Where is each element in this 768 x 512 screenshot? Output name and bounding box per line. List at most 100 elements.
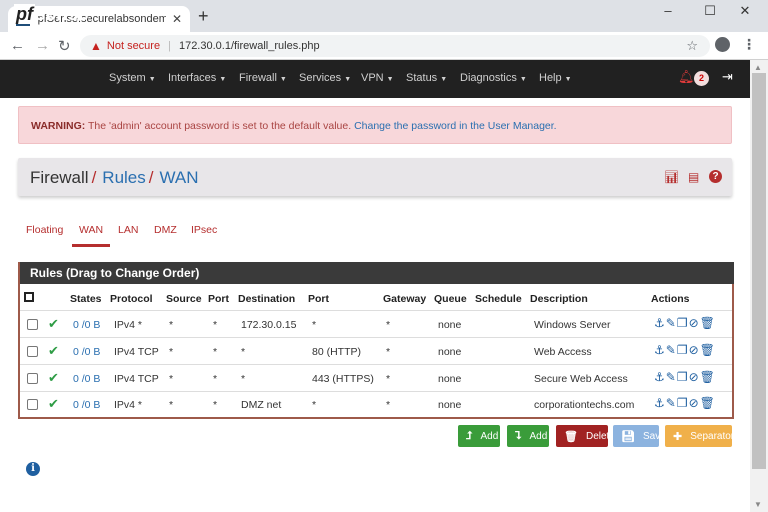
tab-floating[interactable]: Floating (26, 224, 63, 236)
copy-icon[interactable]: ❐ (677, 396, 689, 410)
delete-trash-icon[interactable]: 🗑︎ (700, 316, 716, 330)
anchor-icon[interactable]: ⚓︎ (654, 370, 666, 384)
add-bottom-button[interactable]: ⮧ Add (507, 425, 549, 447)
states-link[interactable]: 0 /0 B (73, 399, 100, 411)
copy-icon[interactable]: ❐ (677, 316, 689, 330)
edit-pencil-icon[interactable]: ✎ (666, 316, 677, 330)
states-link[interactable]: 0 /0 B (73, 373, 100, 385)
alert-text: The 'admin' account password is set to t… (85, 120, 355, 132)
row-checkbox[interactable] (27, 319, 38, 330)
tab-ipsec[interactable]: IPsec (191, 224, 217, 236)
info-icon[interactable]: i (26, 462, 40, 476)
menu-diagnostics[interactable]: Diagnostics ▼ (460, 72, 527, 84)
header-queue[interactable]: Queue (434, 293, 467, 305)
header-port[interactable]: Port (208, 293, 229, 305)
row-checkbox[interactable] (27, 399, 38, 410)
menu-status[interactable]: Status ▼ (406, 72, 447, 84)
cell-source: * (169, 399, 174, 411)
log-table-icon[interactable]: ▤ (688, 170, 699, 184)
header-states[interactable]: States (70, 293, 102, 305)
menu-services[interactable]: Services ▼ (299, 72, 351, 84)
scroll-up-icon[interactable]: ▲ (754, 63, 762, 72)
row-checkbox[interactable] (27, 346, 38, 357)
cell-port: * (213, 373, 218, 385)
breadcrumb-wan-link[interactable]: WAN (160, 168, 199, 187)
browser-menu-icon[interactable]: ⋮ (742, 36, 756, 53)
bookmark-star-icon[interactable]: ☆ (686, 38, 698, 54)
menu-help[interactable]: Help ▼ (539, 72, 572, 84)
forward-icon[interactable]: → (35, 37, 50, 54)
header-description[interactable]: Description (530, 293, 588, 305)
header-destination[interactable]: Destination (238, 293, 295, 305)
header-protocol[interactable]: Protocol (110, 293, 153, 305)
scroll-down-icon[interactable]: ▼ (754, 500, 762, 509)
check-icon[interactable]: ✔ (48, 396, 59, 412)
change-password-link[interactable]: Change the password in the User Manager. (354, 120, 557, 132)
delete-trash-icon[interactable]: 🗑︎ (700, 396, 716, 410)
breadcrumb-root: Firewall (30, 168, 89, 187)
pfsense-logo[interactable]: pf sense COMMUNITY EDITION (14, 4, 98, 33)
breadcrumb: Firewall / Rules / WAN (30, 168, 199, 188)
edit-pencil-icon[interactable]: ✎ (666, 343, 677, 357)
menu-vpn[interactable]: VPN ▼ (361, 72, 394, 84)
bar-chart-icon[interactable]: 📊︎ (664, 170, 679, 184)
tab-lan[interactable]: LAN (118, 224, 138, 236)
edit-pencil-icon[interactable]: ✎ (666, 370, 677, 384)
breadcrumb-rules-link[interactable]: Rules (102, 168, 145, 187)
menu-interfaces[interactable]: Interfaces ▼ (168, 72, 226, 84)
copy-icon[interactable]: ❐ (677, 370, 689, 384)
cell-gateway: * (386, 399, 391, 411)
breadcrumb-panel: Firewall / Rules / WAN 📊︎ ▤ ? (18, 158, 732, 196)
separator-button[interactable]: ✚ Separator (665, 425, 734, 447)
minimize-icon[interactable]: – (658, 3, 678, 18)
back-icon[interactable]: ← (10, 37, 25, 54)
logo-sense: sense (35, 4, 89, 25)
row-checkbox[interactable] (27, 373, 38, 384)
header-gateway[interactable]: Gateway (383, 293, 426, 305)
window-close-icon[interactable]: ✕ (735, 3, 755, 19)
edit-pencil-icon[interactable]: ✎ (666, 396, 677, 410)
not-secure-label[interactable]: Not secure (107, 40, 160, 52)
header-schedule[interactable]: Schedule (475, 293, 522, 305)
states-link[interactable]: 0 /0 B (73, 319, 100, 331)
select-all-checkbox[interactable] (24, 292, 34, 302)
scrollbar-thumb[interactable] (752, 73, 766, 469)
add-top-button[interactable]: ⮥ Add (458, 425, 500, 447)
delete-trash-icon[interactable]: 🗑︎ (700, 343, 716, 357)
check-icon[interactable]: ✔ (48, 343, 59, 359)
copy-icon[interactable]: ❐ (677, 343, 689, 357)
check-icon[interactable]: ✔ (48, 370, 59, 386)
disable-icon[interactable]: ⊘ (689, 343, 700, 357)
tab-dmz[interactable]: DMZ (154, 224, 177, 236)
header-source[interactable]: Source (166, 293, 202, 305)
profile-avatar-icon[interactable] (715, 37, 730, 52)
bell-icon[interactable]: 🔔︎ (678, 69, 695, 85)
header-dest-port[interactable]: Port (308, 293, 329, 305)
maximize-icon[interactable]: ☐ (700, 3, 720, 19)
save-button[interactable]: 💾︎ Save (613, 425, 666, 447)
anchor-icon[interactable]: ⚓︎ (654, 316, 666, 330)
states-link[interactable]: 0 /0 B (73, 346, 100, 358)
new-tab-icon[interactable]: + (198, 6, 209, 27)
close-tab-icon[interactable]: ✕ (172, 12, 182, 26)
logout-icon[interactable]: ⇥ (722, 69, 733, 85)
trash-icon: 🗑︎ (564, 430, 578, 443)
menu-firewall[interactable]: Firewall ▼ (239, 72, 287, 84)
url-text[interactable]: 172.30.0.1/firewall_rules.php (179, 40, 320, 52)
anchor-icon[interactable]: ⚓︎ (654, 343, 666, 357)
anchor-icon[interactable]: ⚓︎ (654, 396, 666, 410)
header-actions: Actions (651, 293, 690, 305)
address-bar[interactable]: ▲ Not secure | 172.30.0.1/firewall_rules… (80, 35, 710, 57)
delete-trash-icon[interactable]: 🗑︎ (700, 370, 716, 384)
menu-system[interactable]: System ▼ (109, 72, 156, 84)
delete-button[interactable]: 🗑︎ Delete (556, 425, 615, 447)
reload-icon[interactable]: ↻ (58, 37, 71, 55)
help-question-icon[interactable]: ? (709, 170, 722, 183)
disable-icon[interactable]: ⊘ (689, 370, 700, 384)
disable-icon[interactable]: ⊘ (689, 396, 700, 410)
tab-wan[interactable]: WAN (79, 224, 103, 236)
check-icon[interactable]: ✔ (48, 316, 59, 332)
cell-destination: * (241, 346, 246, 358)
notification-badge[interactable]: 2 (694, 71, 709, 86)
disable-icon[interactable]: ⊘ (689, 316, 700, 330)
